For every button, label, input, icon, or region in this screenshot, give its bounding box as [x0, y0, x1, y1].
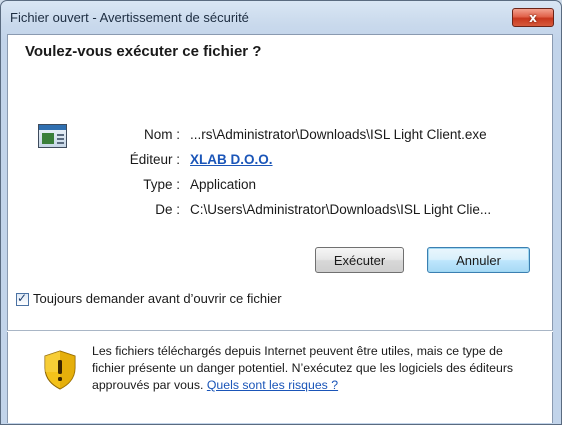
publisher-label: Éditeur : [129, 152, 180, 167]
run-button[interactable]: Exécuter [315, 247, 404, 273]
cancel-button[interactable]: Annuler [427, 247, 530, 273]
always-ask-checkbox[interactable]: ✓ [16, 291, 29, 306]
type-value: Application [190, 177, 257, 192]
detail-row-from: De : C:\Users\Administrator\Downloads\IS… [0, 202, 562, 220]
risks-link[interactable]: Quels sont les risques ? [207, 378, 338, 392]
from-value: C:\Users\Administrator\Downloads\ISL Lig… [190, 202, 492, 217]
warning-message: Les fichiers téléchargés depuis Internet… [92, 343, 537, 394]
dialog-heading: Voulez-vous exécuter ce fichier ? [25, 43, 262, 60]
detail-row-type: Type : Application [0, 177, 562, 195]
type-label: Type : [143, 177, 180, 192]
detail-row-publisher: Éditeur : XLAB D.O.O. [0, 152, 562, 170]
from-label: De : [155, 202, 180, 217]
detail-row-name: Nom : ...rs\Administrator\Downloads\ISL … [0, 127, 562, 145]
close-button[interactable]: x [512, 8, 554, 27]
name-label: Nom : [143, 127, 180, 142]
always-ask-label[interactable]: Toujours demander avant d’ouvrir ce fich… [33, 291, 282, 306]
title-bar[interactable]: Fichier ouvert - Avertissement de sécuri… [1, 1, 561, 35]
security-shield-icon [44, 350, 76, 390]
name-value: ...rs\Administrator\Downloads\ISL Light … [190, 127, 487, 142]
checkmark-icon: ✓ [17, 291, 28, 305]
close-icon: x [529, 10, 537, 25]
publisher-link[interactable]: XLAB D.O.O. [190, 152, 273, 167]
window-title: Fichier ouvert - Avertissement de sécuri… [10, 10, 249, 25]
